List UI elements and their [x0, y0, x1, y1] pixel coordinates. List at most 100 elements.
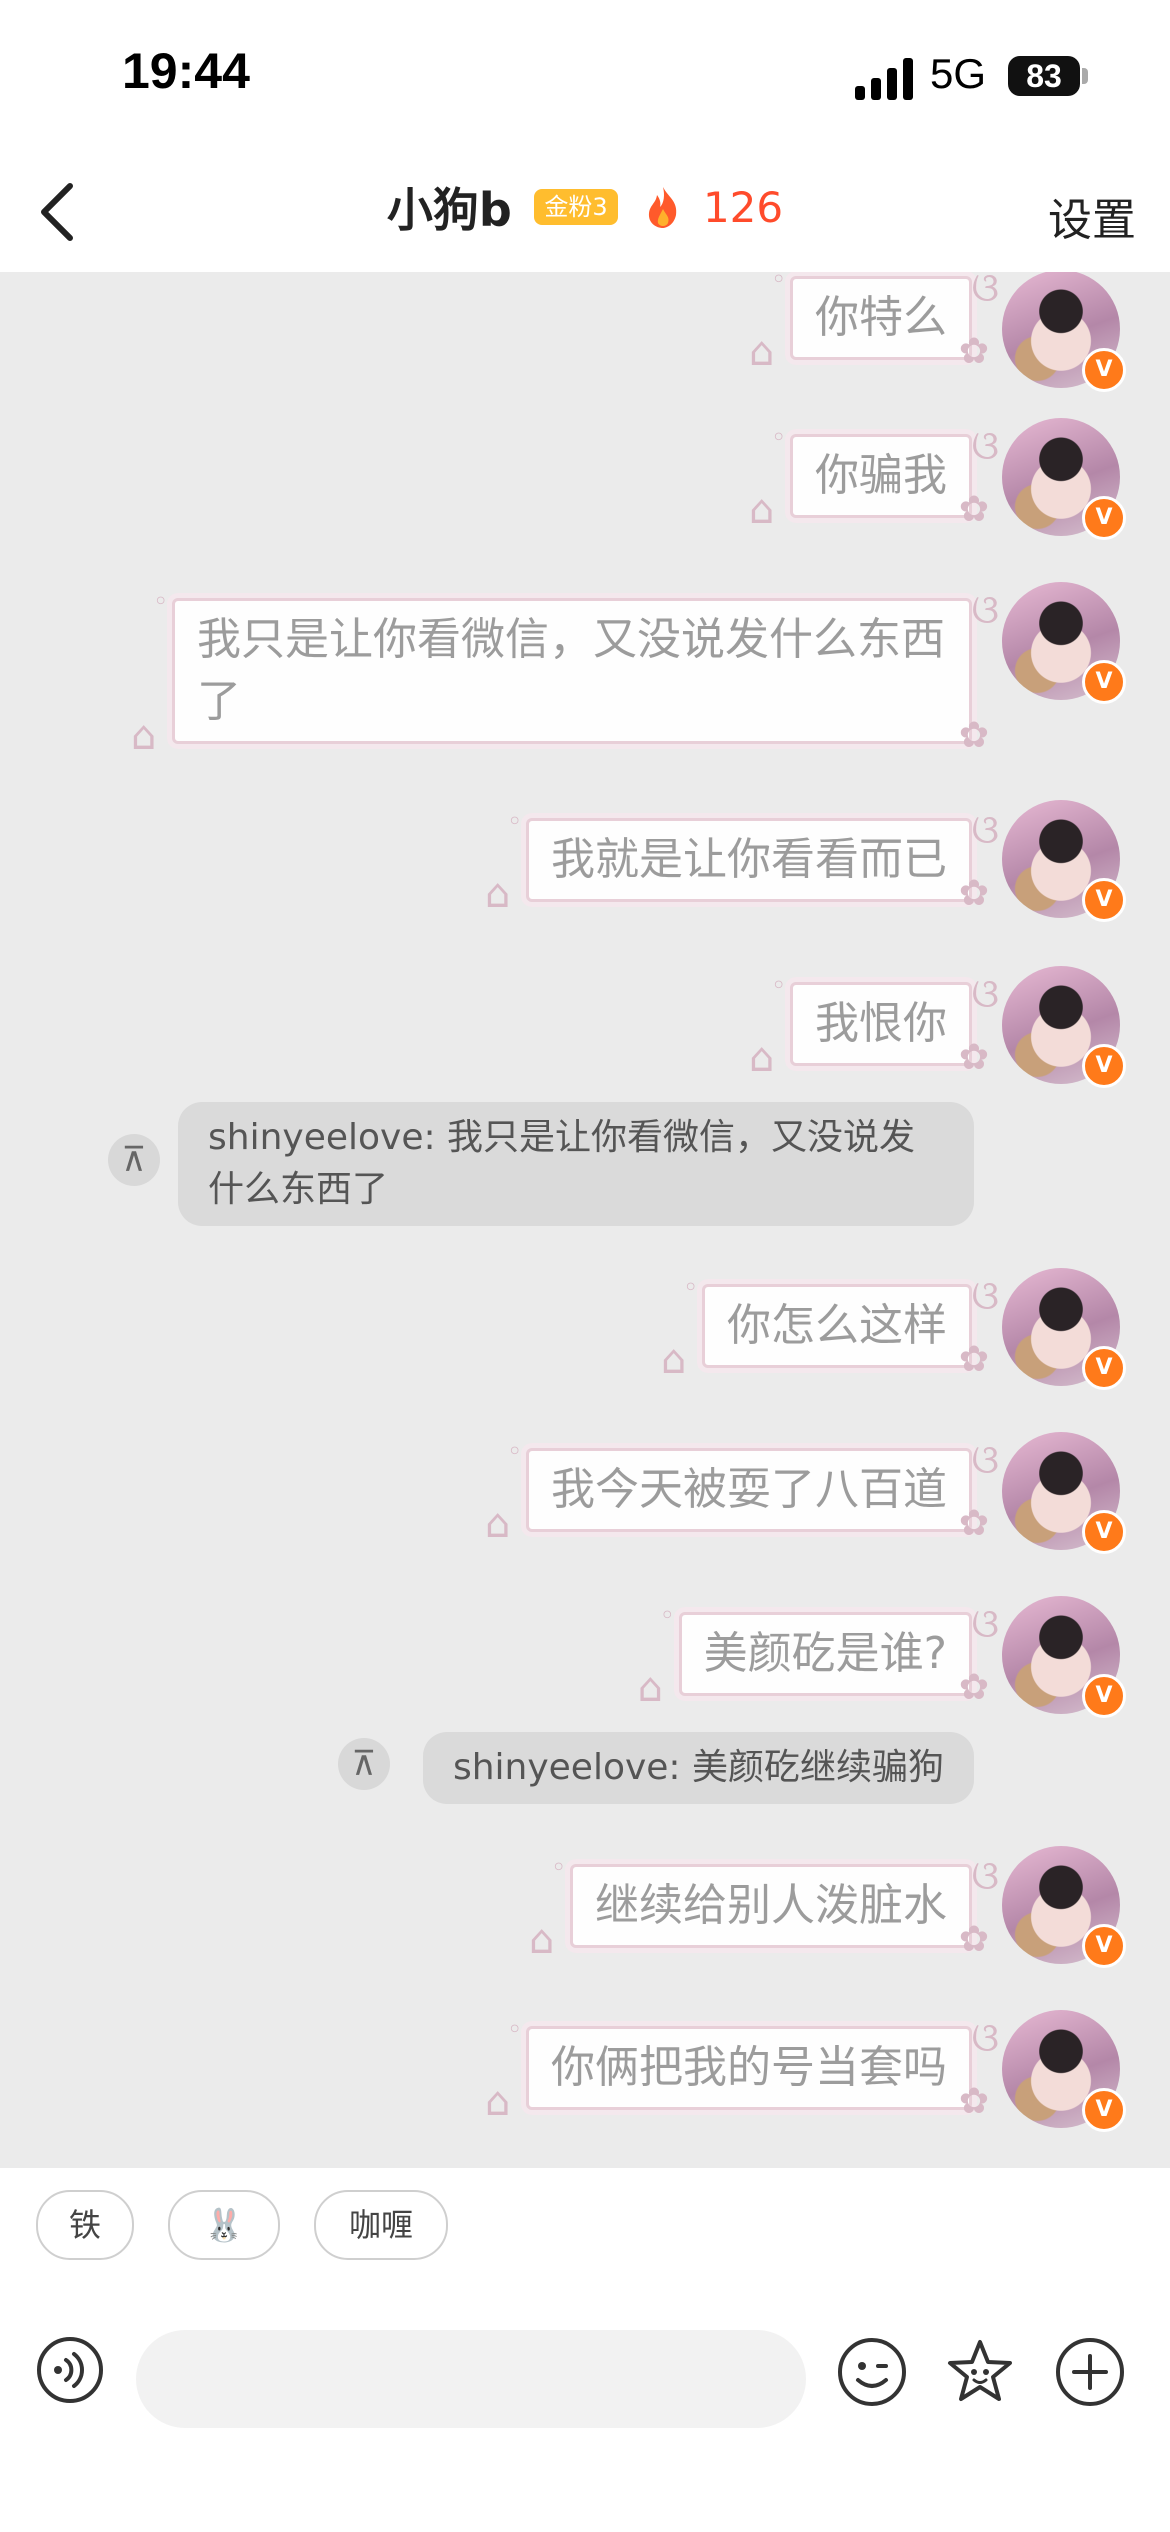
bow-decoration: ଓ: [971, 1601, 999, 1647]
message-text: 我就是让你看看而已: [551, 834, 947, 885]
quick-reply-chip[interactable]: 🐰: [168, 2190, 280, 2260]
voice-icon[interactable]: [36, 2336, 104, 2404]
avatar[interactable]: V: [1002, 272, 1126, 392]
drop-decoration: ◦: [153, 587, 169, 617]
flower-decoration: ✿: [958, 1503, 989, 1544]
message-bubble[interactable]: ◦ ଓ ⌂ ✿ 我就是让你看看而已: [485, 807, 999, 917]
verified-badge: V: [1082, 2088, 1126, 2132]
avatar[interactable]: V: [1002, 966, 1126, 1088]
flower-decoration: ✿: [958, 1919, 989, 1960]
quick-reply-chip[interactable]: 铁: [36, 2190, 134, 2260]
crane-decoration: ⌂: [529, 1917, 555, 1963]
flower-decoration: ✿: [958, 489, 989, 530]
quoted-message[interactable]: shinyeelove: 我只是让你看微信，又没说发什么东西了: [178, 1102, 974, 1226]
message-bubble[interactable]: ◦ ଓ ⌂ ✿ 继续给别人泼脏水: [529, 1853, 999, 1963]
flower-decoration: ✿: [958, 715, 989, 756]
quick-reply-chip[interactable]: 咖喱: [314, 2190, 448, 2260]
message-bubble[interactable]: ◦ ଓ ⌂ ✿ 美颜矻是谁?: [638, 1601, 999, 1711]
crane-decoration: ⌂: [749, 1035, 775, 1081]
bow-decoration: ଓ: [971, 971, 999, 1017]
bow-decoration: ଓ: [971, 1437, 999, 1483]
verified-badge: V: [1082, 1346, 1126, 1390]
avatar[interactable]: V: [1002, 418, 1126, 540]
crane-decoration: ⌂: [749, 329, 775, 375]
flower-decoration: ✿: [958, 1037, 989, 1078]
chat-header: 小狗b 金粉3 126 设置: [0, 150, 1170, 272]
verified-badge: V: [1082, 1044, 1126, 1088]
network-type: 5G: [930, 50, 987, 97]
verified-badge: V: [1082, 878, 1126, 922]
flower-decoration: ✿: [958, 1667, 989, 1708]
message-text: 我今天被耍了八百道: [551, 1464, 947, 1515]
bow-decoration: ଓ: [971, 423, 999, 469]
quoted-text: shinyeelove: 美颜矻继续骗狗: [452, 1747, 944, 1788]
message-text: 继续给别人泼脏水: [595, 1880, 947, 1931]
message-text: 你怎么这样: [727, 1300, 947, 1351]
status-time: 19:44: [122, 43, 250, 99]
crane-decoration: ⌂: [485, 2079, 511, 2125]
crane-decoration: ⌂: [485, 871, 511, 917]
flower-decoration: ✿: [958, 2081, 989, 2122]
message-text: 美颜矻是谁?: [703, 1628, 947, 1679]
quote-arrow-icon[interactable]: ⊼: [338, 1738, 390, 1790]
battery-tip: [1082, 68, 1088, 84]
message-bubble[interactable]: ◦ ଓ ⌂ ✿ 你骗我: [749, 423, 999, 533]
bow-decoration: ଓ: [971, 272, 999, 311]
message-input[interactable]: [136, 2330, 806, 2428]
message-bubble[interactable]: ◦ ଓ ⌂ ✿ 我只是让你看微信，又没说发什么东西了: [131, 587, 999, 759]
avatar[interactable]: V: [1002, 2010, 1126, 2132]
bow-decoration: ଓ: [971, 2015, 999, 2061]
drop-decoration: ◦: [507, 807, 523, 837]
drop-decoration: ◦: [771, 272, 787, 295]
message-list[interactable]: V ◦ ଓ ⌂ ✿ 你特么 V ◦ ଓ ⌂ ✿ 你骗我 V ◦ ଓ ⌂ ✿ 我只是让你看微信，又没…: [0, 272, 1170, 2168]
verified-badge: V: [1082, 1674, 1126, 1718]
verified-badge: V: [1082, 1510, 1126, 1554]
drop-decoration: ◦: [683, 1273, 699, 1303]
bow-decoration: ଓ: [971, 587, 999, 633]
drop-decoration: ◦: [659, 1601, 675, 1631]
sticker-icon[interactable]: [944, 2336, 1016, 2408]
fire-icon: [649, 187, 677, 228]
crane-decoration: ⌂: [485, 1501, 511, 1547]
drop-decoration: ◦: [507, 1437, 523, 1467]
bow-decoration: ଓ: [971, 1273, 999, 1319]
battery-icon: 83: [1008, 56, 1080, 96]
message-bubble[interactable]: ◦ ଓ ⌂ ✿ 我恨你: [749, 971, 999, 1081]
crane-decoration: ⌂: [661, 1337, 687, 1383]
verified-badge: V: [1082, 1924, 1126, 1968]
drop-decoration: ◦: [551, 1853, 567, 1883]
settings-button[interactable]: 设置: [1048, 184, 1136, 248]
avatar[interactable]: V: [1002, 800, 1126, 922]
message-bubble[interactable]: ◦ ଓ ⌂ ✿ 你俩把我的号当套吗: [485, 2015, 999, 2125]
fire-count: 126: [702, 182, 784, 232]
message-text: 我只是让你看微信，又没说发什么东西了: [197, 614, 945, 727]
message-bubble[interactable]: ◦ ଓ ⌂ ✿ 你怎么这样: [661, 1273, 999, 1383]
quoted-text: shinyeelove: 我只是让你看微信，又没说发什么东西了: [208, 1117, 916, 1210]
avatar[interactable]: V: [1002, 1846, 1126, 1968]
plus-icon[interactable]: [1054, 2336, 1126, 2408]
avatar[interactable]: V: [1002, 1596, 1126, 1718]
crane-decoration: ⌂: [749, 487, 775, 533]
verified-badge: V: [1082, 660, 1126, 704]
message-text: 你俩把我的号当套吗: [551, 2042, 947, 2093]
crane-decoration: ⌂: [131, 713, 157, 759]
emoji-icon[interactable]: [836, 2336, 908, 2408]
message-text: 你特么: [815, 292, 947, 343]
avatar[interactable]: V: [1002, 1268, 1126, 1390]
drop-decoration: ◦: [771, 423, 787, 453]
message-bubble[interactable]: ◦ ଓ ⌂ ✿ 我今天被耍了八百道: [485, 1437, 999, 1547]
status-bar: 19:44 5G 83: [0, 0, 1170, 150]
signal-icon: [855, 58, 913, 100]
quote-arrow-icon[interactable]: ⊼: [108, 1134, 160, 1186]
quoted-message[interactable]: shinyeelove: 美颜矻继续骗狗: [422, 1732, 974, 1804]
bow-decoration: ଓ: [971, 807, 999, 853]
drop-decoration: ◦: [771, 971, 787, 1001]
flower-decoration: ✿: [958, 331, 989, 372]
avatar[interactable]: V: [1002, 1432, 1126, 1554]
message-bubble[interactable]: ◦ ଓ ⌂ ✿ 你特么: [749, 272, 999, 375]
bow-decoration: ଓ: [971, 1853, 999, 1899]
chat-title[interactable]: 小狗b: [387, 183, 512, 237]
input-bar: [0, 2280, 1170, 2532]
avatar[interactable]: V: [1002, 582, 1126, 704]
title-area: 小狗b 金粉3 126: [0, 174, 1170, 244]
